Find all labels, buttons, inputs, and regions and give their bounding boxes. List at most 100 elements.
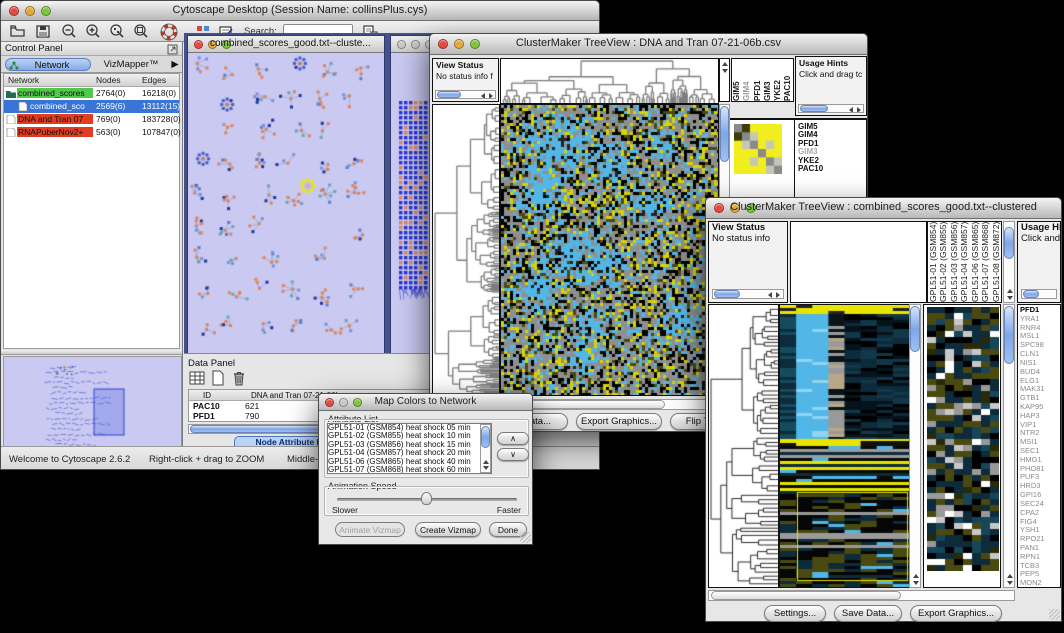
tv2-column-labels-6[interactable]: GPL51-08 (GSM872) bbox=[991, 222, 1001, 302]
scroll-down-icon[interactable] bbox=[722, 69, 728, 73]
tv2-gene-labels-21[interactable]: GPI16 bbox=[1020, 491, 1060, 500]
tv2-gene-labels-28[interactable]: RPN1 bbox=[1020, 553, 1060, 562]
scroll-up-icon[interactable] bbox=[913, 574, 919, 578]
tv2-gene-labels-31[interactable]: MON2 bbox=[1020, 579, 1060, 588]
tv1-column-labels-1[interactable]: GIM4 bbox=[742, 59, 752, 101]
scroll-up-icon[interactable] bbox=[483, 460, 489, 464]
tv2-gene-labels-9[interactable]: MAK31 bbox=[1020, 385, 1060, 394]
network-canvas-1[interactable] bbox=[188, 53, 384, 357]
tv2-gene-labels-12[interactable]: HAP3 bbox=[1020, 412, 1060, 421]
scroll-left-icon[interactable] bbox=[768, 292, 772, 298]
network-row-0[interactable]: combined_scores2764(0)16218(0) bbox=[4, 87, 179, 100]
scroll-down-icon[interactable] bbox=[1007, 296, 1013, 300]
tv2-gene-labels-8[interactable]: ELG1 bbox=[1020, 377, 1060, 386]
export-graphics-button[interactable]: Export Graphics... bbox=[576, 413, 662, 430]
close-button[interactable] bbox=[194, 40, 203, 49]
view-status-scrollbar[interactable] bbox=[712, 289, 784, 299]
tv2-gene-labels-13[interactable]: VIP1 bbox=[1020, 421, 1060, 430]
tv2-gene-labels-3[interactable]: MSL1 bbox=[1020, 332, 1060, 341]
tv2-gene-labels-30[interactable]: PEP5 bbox=[1020, 570, 1060, 579]
tv2-gene-labels-6[interactable]: NIS1 bbox=[1020, 359, 1060, 368]
move-down-button[interactable]: ∨ bbox=[497, 448, 529, 461]
tv1-column-labels-4[interactable]: YKE2 bbox=[773, 59, 783, 101]
minimize-button[interactable] bbox=[411, 40, 420, 49]
attribute-table-icon[interactable] bbox=[189, 370, 206, 386]
tv2-hscrollbar[interactable] bbox=[708, 590, 1015, 601]
move-up-button[interactable]: ∧ bbox=[497, 432, 529, 445]
help-ring-icon[interactable] bbox=[159, 23, 179, 41]
tv2-gene-labels-17[interactable]: HMG1 bbox=[1020, 456, 1060, 465]
speed-slider-thumb[interactable] bbox=[421, 492, 432, 505]
create-vizmap-button[interactable]: Create Vizmap bbox=[415, 522, 481, 537]
scroll-down-icon[interactable] bbox=[913, 581, 919, 585]
tv2-gene-labels-0[interactable]: PFD1 bbox=[1020, 306, 1060, 315]
tv2-row-dendrogram[interactable] bbox=[708, 304, 779, 588]
open-session-icon[interactable] bbox=[9, 23, 27, 39]
tv1-column-dendrogram[interactable] bbox=[500, 58, 719, 104]
scroll-down-icon[interactable] bbox=[483, 466, 489, 470]
tv2-column-labels-1[interactable]: GPL51-02 (GSM855) bbox=[938, 222, 948, 302]
tv2-gene-labels-1[interactable]: YRA1 bbox=[1020, 315, 1060, 324]
save-session-icon[interactable] bbox=[34, 23, 52, 39]
tv2-gene-labels-20[interactable]: HRD3 bbox=[1020, 482, 1060, 491]
network-row-1-selected[interactable]: combined_sco2569(6)13112(15) bbox=[4, 100, 179, 113]
col-network[interactable]: Network bbox=[8, 75, 39, 85]
tv1-column-labels-5[interactable]: PAC10 bbox=[783, 59, 793, 101]
tv2-gene-labels-14[interactable]: NTR2 bbox=[1020, 429, 1060, 438]
tv2-gene-labels-25[interactable]: YSH1 bbox=[1020, 526, 1060, 535]
network-row-2[interactable]: DNA and Tran 07769(0)183728(0) bbox=[4, 113, 179, 126]
close-button[interactable] bbox=[397, 40, 406, 49]
tv1-summary-matrix[interactable] bbox=[734, 124, 782, 174]
cytoscape-titlebar[interactable]: Cytoscape Desktop (Session Name: collins… bbox=[1, 1, 599, 21]
tv2-collabel-scrollbar[interactable] bbox=[1003, 221, 1015, 303]
network-row-3[interactable]: RNAPuberNov2+563(0)107847(0) bbox=[4, 126, 179, 139]
attribute-list-scrollbar[interactable] bbox=[480, 424, 491, 473]
usage-hints-scrollbar[interactable] bbox=[1021, 289, 1057, 299]
col-edges[interactable]: Edges bbox=[142, 75, 166, 85]
network-overview-canvas[interactable] bbox=[3, 356, 182, 450]
scroll-left-icon[interactable] bbox=[481, 93, 485, 99]
scroll-right-icon[interactable] bbox=[489, 93, 493, 99]
tv2-gene-labels-23[interactable]: CPA2 bbox=[1020, 509, 1060, 518]
tv2-gene-labels-4[interactable]: SPC98 bbox=[1020, 341, 1060, 350]
scroll-left-icon[interactable] bbox=[849, 107, 853, 113]
tv1-row-dendrogram[interactable] bbox=[432, 104, 500, 396]
scroll-down-icon[interactable] bbox=[1007, 581, 1013, 585]
tv2-gene-labels-29[interactable]: TCB3 bbox=[1020, 562, 1060, 571]
tab-overflow-arrow[interactable]: ▶ bbox=[169, 58, 181, 71]
tab-vizmapper[interactable]: VizMapper™ bbox=[95, 58, 167, 71]
col-id[interactable]: ID bbox=[203, 391, 211, 400]
scroll-up-icon[interactable] bbox=[1007, 289, 1013, 293]
save-data-button[interactable]: Save Data... bbox=[834, 605, 902, 622]
resize-grip[interactable] bbox=[520, 532, 531, 543]
export-graphics-button[interactable]: Export Graphics... bbox=[910, 605, 1002, 622]
usage-hints-scrollbar[interactable] bbox=[798, 104, 864, 113]
scroll-up-icon[interactable] bbox=[722, 62, 728, 66]
tv2-heatmap[interactable] bbox=[779, 304, 910, 588]
tv2-column-dendrogram-area[interactable] bbox=[790, 221, 927, 303]
tv1-column-labels-0[interactable]: GIM5 bbox=[732, 59, 742, 101]
tv2-column-labels-2[interactable]: GPL51-03 (GSM856) bbox=[949, 222, 959, 302]
zoom-fit-icon[interactable] bbox=[132, 23, 150, 40]
tv1-column-labels-2[interactable]: PFD1 bbox=[753, 59, 763, 101]
tv2-gene-labels-26[interactable]: RPO21 bbox=[1020, 535, 1060, 544]
tv1-column-labels-3[interactable]: GIM3 bbox=[763, 59, 773, 101]
delete-attribute-icon[interactable] bbox=[231, 370, 248, 386]
tv2-vscrollbar[interactable] bbox=[909, 304, 921, 588]
attribute-list-5[interactable]: GPL51-07 (GSM868) heat shock 60 min bbox=[328, 466, 491, 474]
tv2-column-labels-4[interactable]: GPL51-06 (GSM865) bbox=[970, 222, 980, 302]
tv2-gene-labels-19[interactable]: PUF3 bbox=[1020, 473, 1060, 482]
dialog-titlebar[interactable]: Map Colors to Network bbox=[319, 394, 532, 411]
tv2-gene-labels-27[interactable]: PAN1 bbox=[1020, 544, 1060, 553]
tv2-gene-labels-24[interactable]: FIG4 bbox=[1020, 518, 1060, 527]
panel-divider[interactable] bbox=[1, 350, 182, 355]
zoom-out-icon[interactable] bbox=[60, 23, 78, 40]
tv2-zoom-heatmap[interactable] bbox=[927, 307, 999, 571]
scroll-up-icon[interactable] bbox=[1007, 574, 1013, 578]
new-attribute-icon[interactable] bbox=[210, 370, 227, 386]
float-panel-icon[interactable] bbox=[167, 44, 178, 55]
zoom-in-icon[interactable] bbox=[84, 23, 102, 40]
tv2-gene-labels-11[interactable]: KAP95 bbox=[1020, 403, 1060, 412]
scroll-right-icon[interactable] bbox=[857, 107, 861, 113]
tv2-gene-labels-15[interactable]: MSI1 bbox=[1020, 438, 1060, 447]
